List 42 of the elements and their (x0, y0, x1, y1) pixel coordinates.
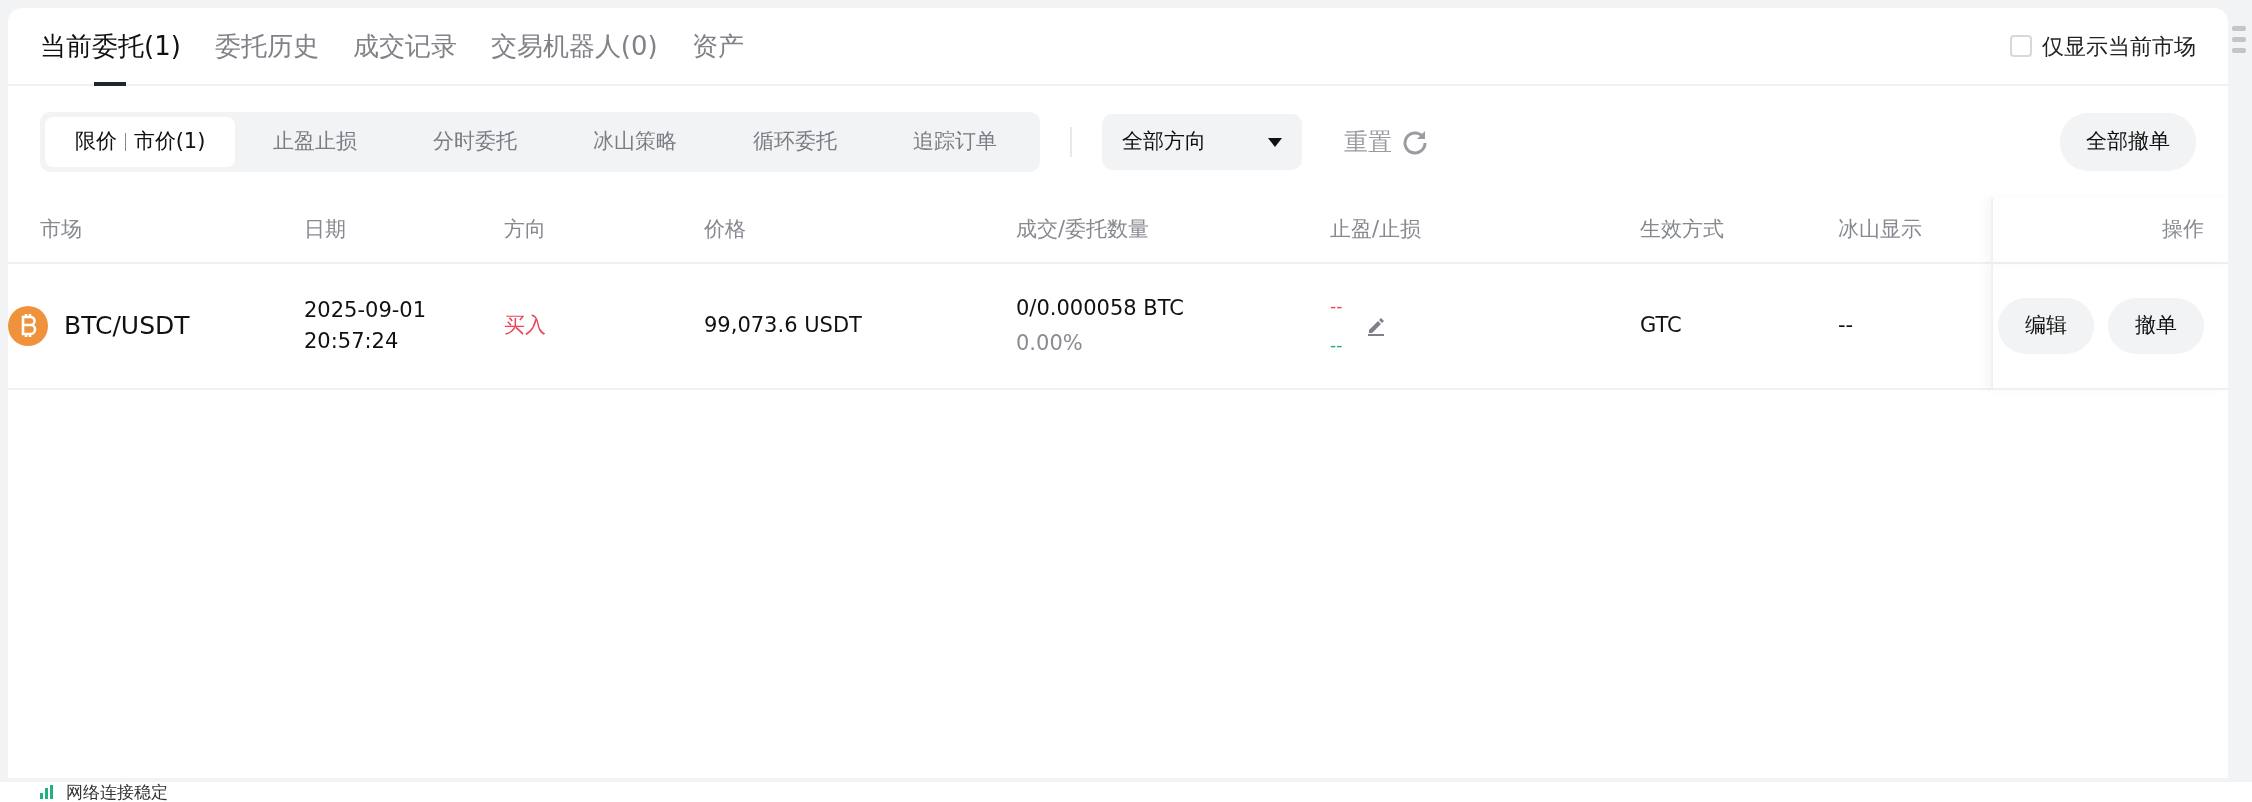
reset-button[interactable]: 重置 (1338, 123, 1434, 161)
tab[interactable]: 交易机器人(0) (490, 8, 658, 84)
edit-button[interactable]: 编辑 (1998, 298, 2094, 354)
column-header: 成交/委托数量 (1016, 198, 1330, 264)
column-header: 日期 (304, 198, 504, 264)
order-type-tab[interactable]: 止盈止损 (235, 117, 395, 167)
stop-loss-text: -- (1330, 334, 1343, 357)
order-type-tab[interactable]: 追踪订单 (875, 117, 1035, 167)
price-text: 99,073.6 USDT (704, 312, 863, 340)
connection-status-text: 网络连接稳定 (66, 783, 168, 801)
order-type-tab[interactable]: 限价 市价(1) (45, 117, 235, 167)
column-header: 方向 (504, 198, 704, 264)
quantity-text: 0/0.000058 BTC (1016, 294, 1185, 322)
signal-icon (40, 785, 54, 799)
iceberg-text: -- (1838, 312, 1855, 340)
tab[interactable]: 成交记录 (352, 8, 457, 84)
column-header: 止盈/止损 (1330, 198, 1640, 264)
column-header: 生效方式 (1640, 198, 1838, 264)
column-header: 冰山显示 (1838, 198, 1991, 264)
fill-rate-text: 0.00% (1016, 330, 1084, 357)
time-text: 20:57:24 (304, 328, 400, 355)
refresh-icon (1402, 129, 1428, 155)
cancel-all-button[interactable]: 全部撤单 (2060, 113, 2196, 171)
time-in-force-text: GTC (1640, 312, 1683, 340)
side-text: 买入 (504, 312, 547, 340)
tab[interactable]: 资产 (691, 8, 744, 84)
direction-dropdown[interactable]: 全部方向 (1102, 114, 1302, 170)
tab[interactable]: 委托历史 (214, 8, 319, 84)
order-type-tab[interactable]: 分时委托 (395, 117, 555, 167)
column-header: 价格 (704, 198, 1016, 264)
cancel-button[interactable]: 撤单 (2108, 298, 2204, 354)
tab[interactable]: 当前委托(1) (40, 8, 181, 84)
order-type-tab[interactable]: 冰山策略 (555, 117, 715, 167)
only-current-market-checkbox[interactable]: 仅显示当前市场 (2010, 8, 2196, 84)
caret-icon (1268, 137, 1282, 147)
market-name: BTC/USDT (64, 310, 190, 343)
edit-icon[interactable] (1366, 316, 1387, 336)
drag-handle-icon[interactable] (2232, 26, 2246, 54)
date-text: 2025-09-01 (304, 296, 428, 324)
order-type-tab[interactable]: 循环委托 (715, 117, 875, 167)
take-profit-text: -- (1330, 294, 1343, 318)
column-header: 市场 (8, 198, 304, 264)
